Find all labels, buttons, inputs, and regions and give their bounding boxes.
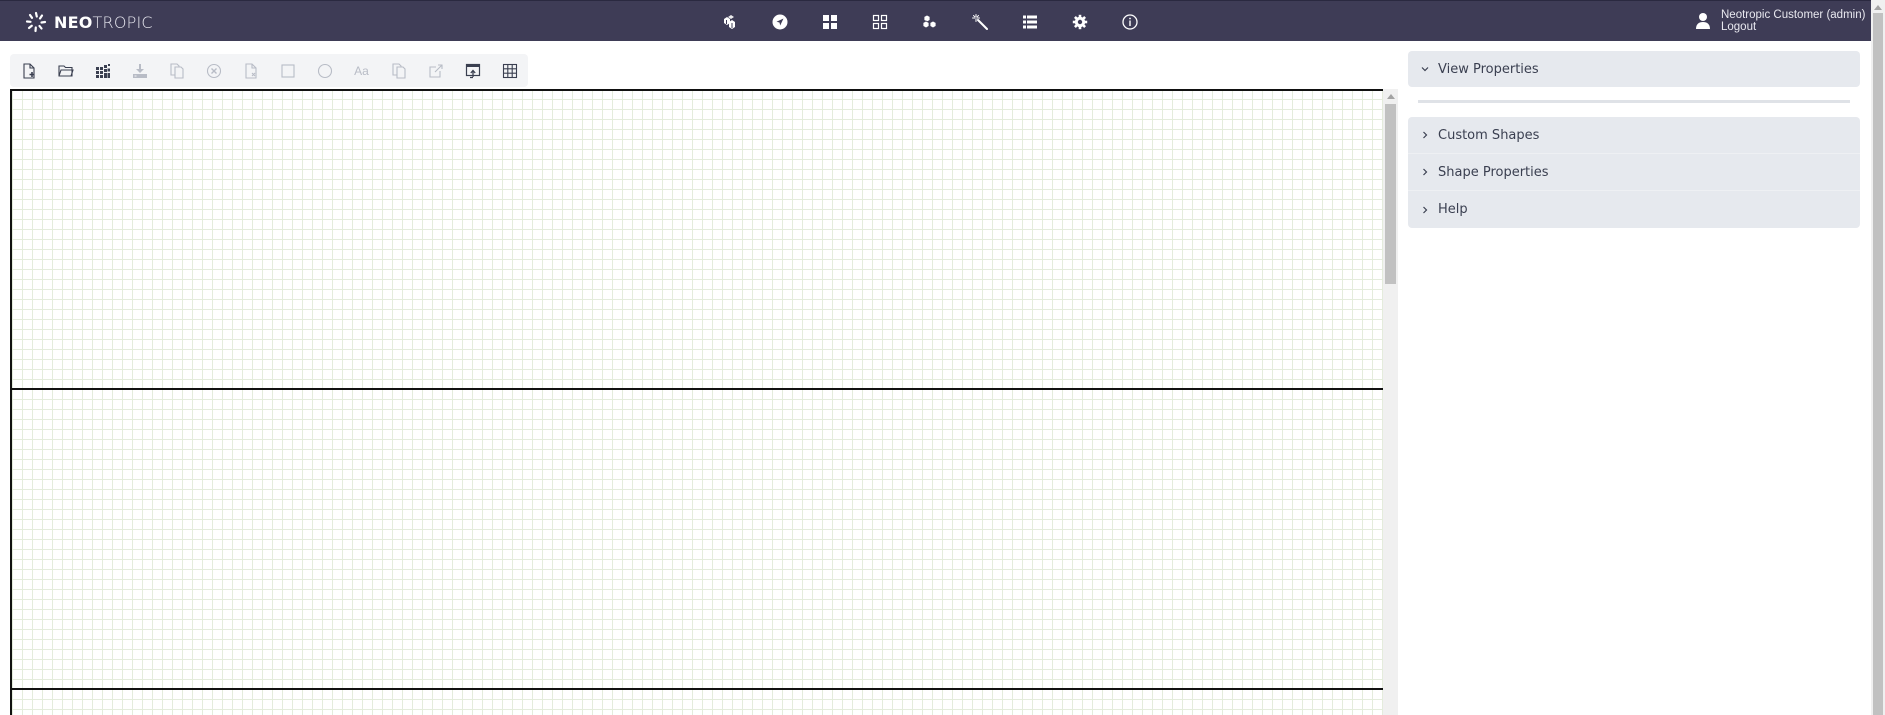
chevron-right-icon (1420, 167, 1430, 177)
section-label: Help (1438, 202, 1468, 217)
templates-button[interactable] (84, 54, 121, 87)
logo-text-bold: NEO (54, 12, 93, 32)
copy-button[interactable] (158, 54, 195, 87)
diagram-canvas-container (10, 89, 1398, 715)
view-properties-divider (1418, 100, 1850, 103)
remove-view-button[interactable] (232, 54, 269, 87)
nav-lists[interactable] (1005, 9, 1055, 35)
scroll-up-arrow-icon[interactable] (1874, 5, 1882, 10)
export-button[interactable] (417, 54, 454, 87)
nav-about[interactable] (1105, 9, 1155, 35)
tiles-icon (95, 63, 110, 78)
external-link-icon (428, 63, 443, 78)
grid-toggle-button[interactable] (491, 54, 528, 87)
top-navigation-bar: NEOTROPIC Neotropic Customer (admin) Log… (0, 0, 1871, 41)
circle-x-icon (206, 63, 221, 78)
duplicate-button[interactable] (380, 54, 417, 87)
section-label: View Properties (1438, 61, 1539, 77)
copy-icon (391, 62, 406, 79)
import-button[interactable] (454, 54, 491, 87)
user-icon (1696, 13, 1710, 29)
chevron-right-icon (1420, 205, 1430, 215)
page-boundary (12, 388, 1385, 390)
cubes-icon (724, 15, 735, 29)
scrollbar-thumb[interactable] (1873, 13, 1883, 715)
save-button[interactable] (121, 54, 158, 87)
folder-open-icon (57, 64, 74, 77)
page-boundary-top (12, 89, 1385, 91)
scroll-up-arrow-icon[interactable] (1387, 94, 1395, 99)
hexagons-icon (922, 14, 937, 29)
square-icon (280, 63, 295, 78)
main-nav (705, 9, 1155, 35)
canvas-vertical-scrollbar[interactable] (1383, 89, 1398, 715)
ellipse-tool-button[interactable] (306, 54, 343, 87)
user-name: Neotropic Customer (admin) (1721, 9, 1866, 21)
section-label: Shape Properties (1438, 164, 1549, 180)
nav-settings[interactable] (1055, 9, 1105, 35)
page-boundary (12, 688, 1385, 690)
scrollbar-thumb[interactable] (1385, 104, 1396, 284)
nav-modules[interactable] (855, 9, 905, 35)
copy-icon (169, 62, 184, 79)
new-file-icon (22, 62, 35, 79)
section-shape-properties[interactable]: Shape Properties (1408, 154, 1860, 191)
gear-icon (1072, 14, 1088, 30)
grid-outline-icon (872, 14, 888, 30)
logo-text-light: TROPIC (92, 12, 153, 32)
magic-wand-icon (972, 14, 988, 30)
section-custom-shapes[interactable]: Custom Shapes (1408, 117, 1860, 154)
collapsed-sections: Custom Shapes Shape Properties Help (1408, 117, 1860, 228)
diagram-toolbar: Aa (10, 54, 528, 87)
download-icon (132, 63, 147, 78)
neotropic-logo-icon (25, 11, 47, 33)
nav-navigation[interactable] (755, 9, 805, 35)
window-import-icon (465, 63, 480, 78)
user-menu: Neotropic Customer (admin) Logout (1695, 9, 1865, 33)
new-view-button[interactable] (10, 54, 47, 87)
delete-button[interactable] (195, 54, 232, 87)
circle-icon (317, 63, 332, 78)
diagram-canvas[interactable] (10, 89, 1385, 715)
logo-text: NEOTROPIC (54, 13, 153, 32)
section-view-properties[interactable]: View Properties (1408, 51, 1860, 87)
list-icon (1023, 15, 1037, 29)
nav-dashboard[interactable] (805, 9, 855, 35)
page-vertical-scrollbar[interactable] (1871, 0, 1885, 715)
text-tool-button[interactable]: Aa (343, 54, 380, 87)
logout-link[interactable]: Logout (1721, 21, 1865, 33)
open-view-button[interactable] (47, 54, 84, 87)
table-grid-icon (502, 63, 517, 78)
text-icon: Aa (354, 63, 369, 78)
info-icon (1122, 14, 1138, 30)
nav-tools[interactable] (955, 9, 1005, 35)
section-label: Custom Shapes (1438, 127, 1540, 143)
rectangle-tool-button[interactable] (269, 54, 306, 87)
neotropic-logo[interactable]: NEOTROPIC (25, 10, 153, 34)
compass-icon (772, 14, 788, 30)
chevron-down-icon (1420, 64, 1430, 74)
grid-filled-icon (823, 15, 837, 29)
file-x-icon (244, 62, 257, 79)
properties-panel: View Properties Custom Shapes Shape Prop… (1408, 51, 1860, 228)
chevron-right-icon (1420, 130, 1430, 140)
section-help[interactable]: Help (1408, 191, 1860, 228)
nav-inventory[interactable] (705, 9, 755, 35)
nav-services[interactable] (905, 9, 955, 35)
